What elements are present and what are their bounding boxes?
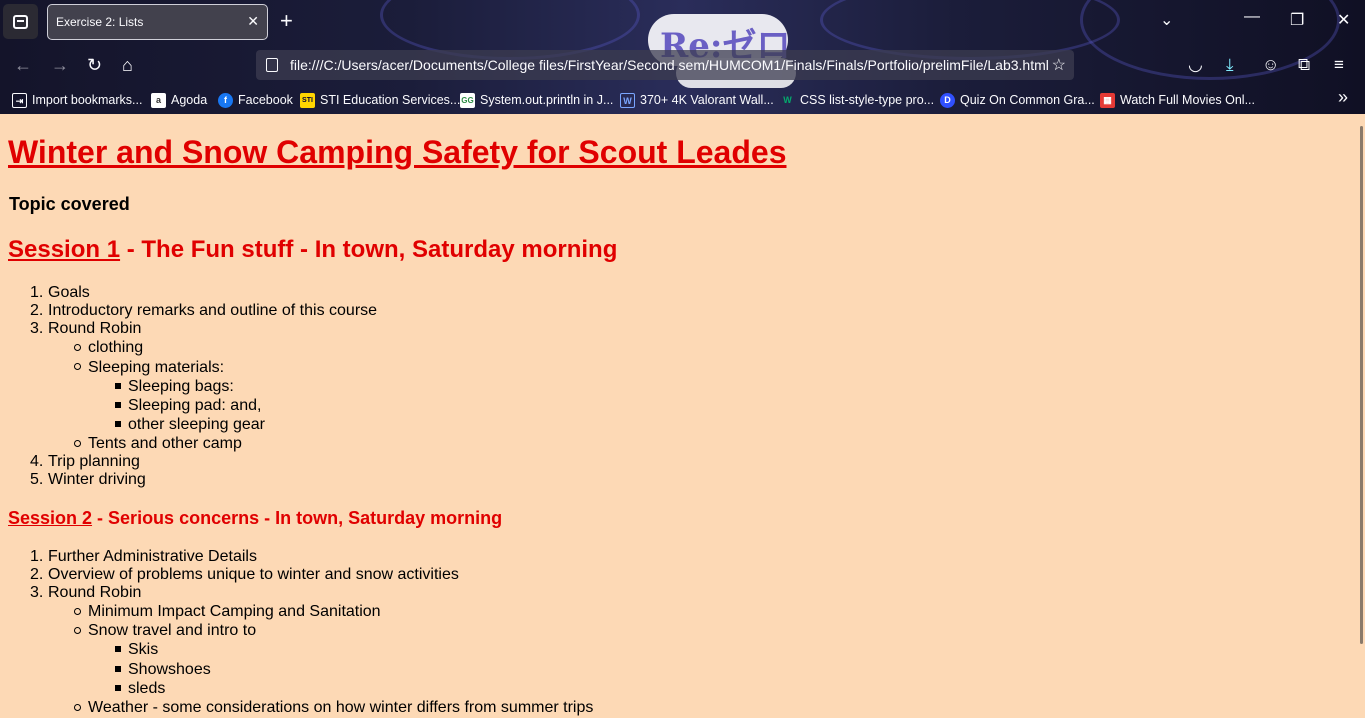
browser-chrome: Exercise 2: Lists ✕ + Re:ゼロ ⌄ — ❐ ✕ ← → … xyxy=(0,0,1365,114)
square-bullet xyxy=(115,666,121,672)
list-item: Tents and other camp xyxy=(88,435,242,452)
list-item: sleds xyxy=(128,680,166,697)
pocket-icon[interactable]: ◡ xyxy=(1188,55,1203,75)
close-tab-icon[interactable]: ✕ xyxy=(247,13,259,30)
wallpaper-icon: W xyxy=(620,92,635,108)
list-item: Sleeping bags: xyxy=(128,378,234,395)
tabs-icon xyxy=(13,14,28,29)
list-item: Overview of problems unique to winter an… xyxy=(48,566,459,583)
square-bullet xyxy=(115,685,121,691)
session-1-description: - The Fun stuff - In town, Saturday morn… xyxy=(120,236,618,263)
page-icon xyxy=(266,58,278,72)
quiz-icon: D xyxy=(940,92,955,108)
list-item: Sleeping pad: and, xyxy=(128,397,262,414)
bookmark-item[interactable]: STI STI Education Services... xyxy=(300,92,460,108)
circle-bullet xyxy=(74,627,81,634)
tab-list-button[interactable] xyxy=(3,4,38,39)
bookmark-item[interactable]: ▦ Watch Full Movies Onl... xyxy=(1100,92,1255,108)
list-number: 4. xyxy=(30,453,44,470)
circle-bullet xyxy=(74,704,81,711)
url-text[interactable]: file:///C:/Users/acer/Documents/College … xyxy=(290,57,1049,73)
session-2-heading: Session 2 - Serious concerns - In town, … xyxy=(8,508,502,529)
sti-icon: STI xyxy=(300,92,315,108)
bookmark-star-icon[interactable]: ☆ xyxy=(1052,55,1066,75)
list-item: Sleeping materials: xyxy=(88,359,225,376)
facebook-icon: f xyxy=(218,92,233,108)
list-item: Round Robin xyxy=(48,320,142,337)
w3schools-icon: W xyxy=(783,94,792,105)
minimize-icon[interactable]: — xyxy=(1244,8,1260,26)
list-item: Minimum Impact Camping and Sanitation xyxy=(88,603,381,620)
list-all-tabs-icon[interactable]: ⌄ xyxy=(1160,10,1173,30)
agoda-icon: a xyxy=(151,92,166,108)
square-bullet xyxy=(115,421,121,427)
bookmark-item[interactable]: GG System.out.println in J... xyxy=(460,92,613,108)
list-item: Snow travel and intro to xyxy=(88,622,257,639)
bookmark-item[interactable]: D Quiz On Common Gra... xyxy=(940,92,1095,108)
bookmark-item[interactable]: f Facebook xyxy=(218,92,293,108)
more-bookmarks-icon[interactable]: » xyxy=(1338,87,1348,107)
tab-bar: Exercise 2: Lists ✕ + Re:ゼロ ⌄ — ❐ ✕ xyxy=(0,0,1365,88)
list-item: Goals xyxy=(48,284,90,301)
page-scrollbar[interactable] xyxy=(1359,114,1365,718)
gfg-icon: GG xyxy=(460,92,475,108)
session-2-description: - Serious concerns - In town, Saturday m… xyxy=(92,508,503,528)
circle-bullet xyxy=(74,440,81,447)
url-bar[interactable]: file:///C:/Users/acer/Documents/College … xyxy=(256,50,1074,80)
close-window-icon[interactable]: ✕ xyxy=(1337,10,1350,30)
downloads-icon[interactable]: ⤓ xyxy=(1226,55,1234,75)
menu-icon[interactable]: ≡ xyxy=(1334,55,1344,75)
square-bullet xyxy=(115,383,121,389)
scrollbar-thumb[interactable] xyxy=(1360,126,1363,644)
tab-exercise-2[interactable]: Exercise 2: Lists ✕ xyxy=(47,4,268,40)
bookmark-item[interactable]: W 370+ 4K Valorant Wall... xyxy=(620,92,774,108)
bookmark-item[interactable]: a Agoda xyxy=(151,92,207,108)
movie-icon: ▦ xyxy=(1100,92,1115,108)
list-number: 3. xyxy=(30,320,44,337)
list-number: 1. xyxy=(30,548,44,565)
home-icon[interactable]: ⌂ xyxy=(122,56,133,74)
bookmark-item[interactable]: W CSS list-style-type pro... xyxy=(780,92,934,108)
list-item: Weather - some considerations on how win… xyxy=(88,699,594,716)
new-tab-icon[interactable]: + xyxy=(280,9,293,33)
list-number: 2. xyxy=(30,566,44,583)
list-item: Introductory remarks and outline of this… xyxy=(48,302,378,319)
circle-bullet xyxy=(74,363,81,370)
tab-title: Exercise 2: Lists xyxy=(56,15,144,29)
back-icon[interactable]: ← xyxy=(14,56,32,74)
extensions-icon[interactable]: ⧉ xyxy=(1298,55,1310,75)
list-item: clothing xyxy=(88,339,144,356)
page-content: Winter and Snow Camping Safety for Scout… xyxy=(0,114,1359,718)
list-item: Trip planning xyxy=(48,453,140,470)
page-title: Winter and Snow Camping Safety for Scout… xyxy=(8,134,787,170)
list-number: 1. xyxy=(30,284,44,301)
restore-icon[interactable]: ❐ xyxy=(1290,10,1304,30)
topic-heading: Topic covered xyxy=(9,194,130,214)
square-bullet xyxy=(115,402,121,408)
list-item: Winter driving xyxy=(48,471,146,488)
list-item: Skis xyxy=(128,641,159,658)
account-avatar-icon[interactable]: ☺ xyxy=(1262,55,1279,75)
list-number: 5. xyxy=(30,471,44,488)
list-item: Round Robin xyxy=(48,584,142,601)
list-item: Further Administrative Details xyxy=(48,548,257,565)
circle-bullet xyxy=(74,608,81,615)
reload-icon[interactable]: ↻ xyxy=(87,56,102,74)
list-item: other sleeping gear xyxy=(128,416,265,433)
import-icon: ⇥ xyxy=(12,92,27,108)
list-number: 2. xyxy=(30,302,44,319)
circle-bullet xyxy=(74,344,81,351)
session-2-label: Session 2 xyxy=(8,508,93,528)
list-number: 3. xyxy=(30,584,44,601)
session-1-label: Session 1 xyxy=(8,236,121,263)
session-1-heading: Session 1 - The Fun stuff - In town, Sat… xyxy=(8,236,617,264)
bookmark-item[interactable]: ⇥ Import bookmarks... xyxy=(12,92,142,108)
forward-icon[interactable]: → xyxy=(51,56,69,74)
navigation-bar: ← → ↻ ⌂ file:///C:/Users/acer/Documents/… xyxy=(0,44,1365,86)
bookmarks-toolbar: ⇥ Import bookmarks... a Agoda f Facebook… xyxy=(0,86,1365,114)
square-bullet xyxy=(115,646,121,652)
list-item: Showshoes xyxy=(128,661,211,678)
